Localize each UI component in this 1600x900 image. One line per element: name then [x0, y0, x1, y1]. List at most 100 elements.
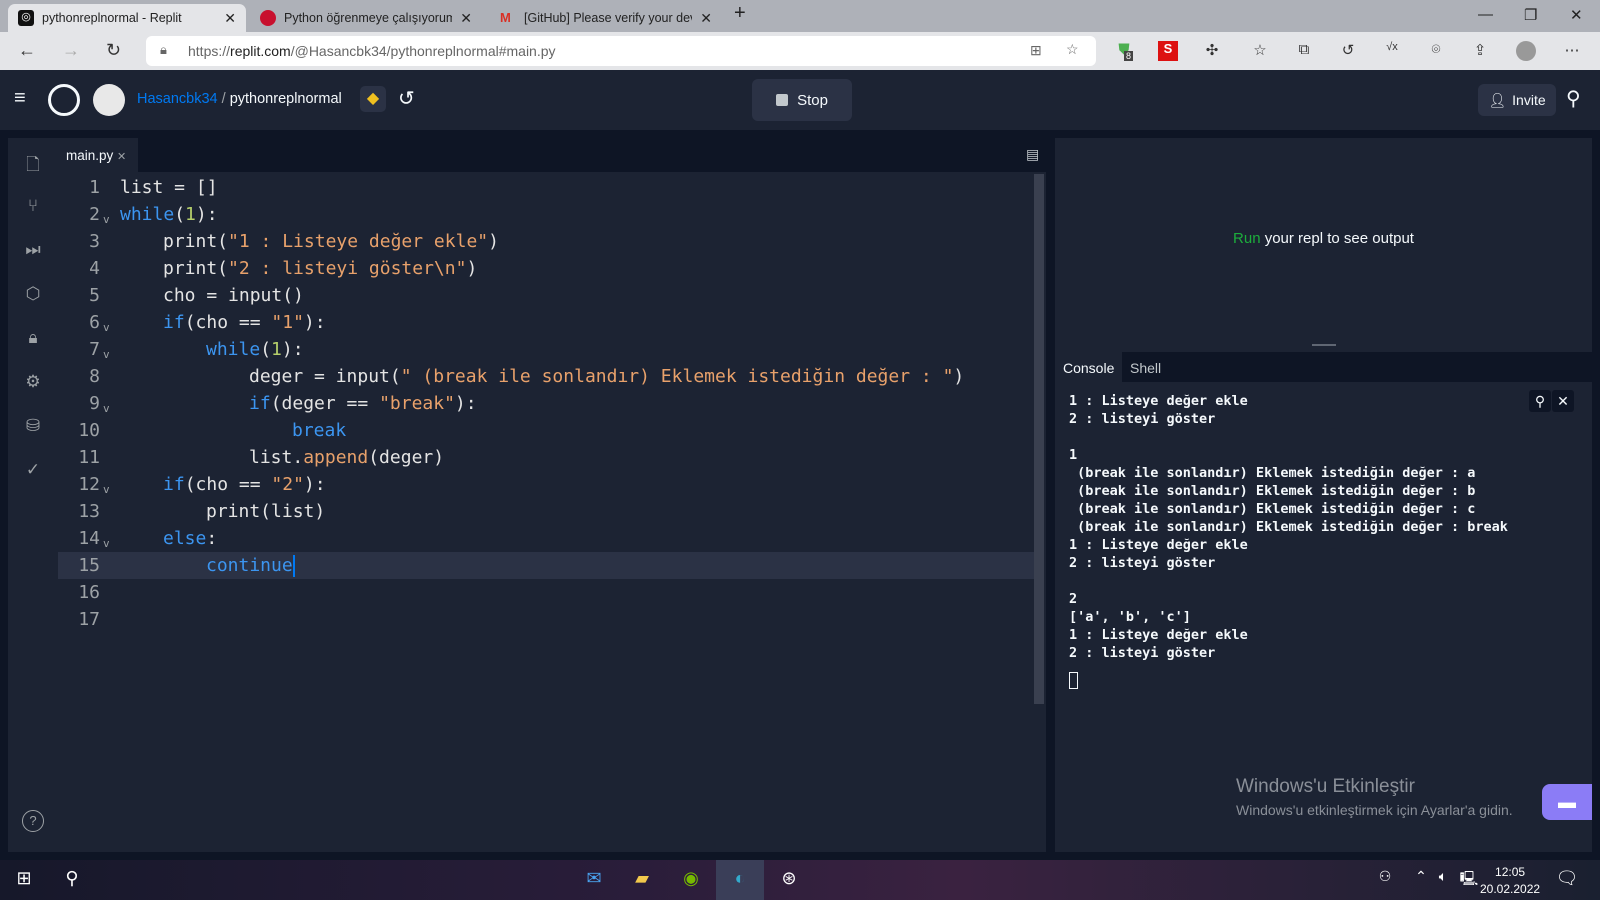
code-line[interactable]: 8 deger = input(" (break ile sonlandır) E…	[58, 363, 1034, 390]
code-token: deger = input(	[249, 366, 401, 387]
url-host: replit.com	[230, 43, 291, 59]
favorites-icon[interactable]: ☆	[1250, 41, 1270, 61]
clock[interactable]: 12:05 20.02.2022	[1480, 864, 1540, 898]
chat-button[interactable]: ▬	[1542, 784, 1592, 820]
code-text: if(cho == "2"):	[163, 471, 326, 498]
console-clear-icon[interactable]: ✕	[1552, 390, 1574, 412]
code-line[interactable]: 17	[58, 606, 1034, 633]
files-icon[interactable]: 🗋︎	[22, 152, 44, 174]
breadcrumb: Hasancbk34 / pythonreplnormal	[137, 91, 342, 107]
tab-shell[interactable]: Shell	[1122, 352, 1169, 382]
run-link[interactable]: Run	[1233, 230, 1261, 247]
browser-tab-python[interactable]: Python öğrenmeye çalışıyorum y ✕	[250, 4, 482, 32]
people-icon[interactable]: ⚇	[1370, 868, 1400, 885]
s-extension-icon[interactable]: S	[1158, 41, 1178, 61]
search-icon[interactable]: ⚲	[1566, 86, 1581, 111]
search-icon[interactable]: ⚲	[57, 868, 87, 889]
more-menu-icon[interactable]: ⋯	[1562, 41, 1582, 61]
code-text: if(deger == "break"):	[249, 390, 477, 417]
code-line[interactable]: 14 v else:	[58, 525, 1034, 552]
share-icon[interactable]: ⇪	[1470, 41, 1490, 61]
user-avatar[interactable]	[93, 84, 125, 116]
code-line[interactable]: 11 list.append(deger)	[58, 444, 1034, 471]
code-line[interactable]: 5 cho = input()	[58, 282, 1034, 309]
debugger-icon[interactable]: ⏭︎	[22, 240, 44, 262]
code-line[interactable]: 16	[58, 579, 1034, 606]
restore-icon[interactable]: ❐	[1524, 6, 1537, 24]
code-lines[interactable]: 1 list = [] 2 v while(1): 3 print("1 : Listeye…	[58, 174, 1034, 633]
profile-avatar[interactable]	[1516, 41, 1536, 61]
stop-button[interactable]: Stop	[752, 79, 852, 121]
add-favorite-icon[interactable]: ☆	[1066, 41, 1079, 58]
code-line[interactable]: 6 v if(cho == "1"):	[58, 309, 1034, 336]
windows-activation-watermark: Windows'u Etkinleştir Windows'u etkinleşt…	[1236, 776, 1513, 818]
code-line[interactable]: 13 print(list)	[58, 498, 1034, 525]
help-icon[interactable]: ?	[22, 810, 44, 832]
console-line: 1 : Listeye değer ekle	[1069, 627, 1248, 643]
repl-name[interactable]: pythonreplnormal	[230, 91, 342, 107]
invite-button[interactable]: 👤︎ Invite	[1478, 84, 1556, 116]
secrets-lock-icon[interactable]: 🔒︎	[22, 328, 44, 350]
code-line[interactable]: 9 v if(deger == "break"):	[58, 390, 1034, 417]
code-line[interactable]: 3 print("1 : Listeye değer ekle")	[58, 228, 1034, 255]
windows-start-icon[interactable]: ⊞	[9, 868, 39, 889]
adguard-extension-icon[interactable]: ⛊ 8	[1114, 41, 1134, 61]
url-input[interactable]: 🔒︎ https://replit.com/@Hasancbk34/python…	[146, 36, 1096, 66]
close-tab-icon[interactable]: ✕	[460, 10, 472, 27]
version-control-icon[interactable]: ⑂	[22, 196, 44, 218]
code-line[interactable]: 15 continue	[58, 552, 1034, 579]
code-line[interactable]: 4 print("2 : listeyi göster\n")	[58, 255, 1034, 282]
extensions-icon[interactable]: ✣	[1202, 41, 1222, 61]
resize-handle[interactable]	[1312, 344, 1336, 346]
minimap-toggle-icon[interactable]: ▤	[1026, 146, 1039, 163]
browser-tab-replit[interactable]: ◎ pythonreplnormal - Replit ✕	[8, 4, 246, 32]
tab-console[interactable]: Console	[1055, 352, 1123, 382]
back-icon[interactable]: ←	[18, 40, 36, 61]
close-tab-icon[interactable]: ✕	[700, 10, 712, 27]
history-icon[interactable]: ↺	[1338, 41, 1358, 61]
browser-tab-gmail[interactable]: M [GitHub] Please verify your devic ✕	[490, 4, 722, 32]
editor-scrollbar[interactable]	[1034, 174, 1044, 704]
mail-icon[interactable]: ✉	[579, 868, 609, 889]
settings-gear-icon[interactable]: ⚙	[22, 372, 44, 394]
packages-icon[interactable]: ⬡	[22, 284, 44, 306]
minimize-icon[interactable]: —	[1478, 6, 1493, 23]
notifications-icon[interactable]: 🗨︎	[1552, 868, 1582, 889]
code-editor[interactable]: main.py ✕ ▤ 1 list = [] 2 v while(1): 3 print(…	[58, 138, 1046, 852]
file-explorer-icon[interactable]: ▰	[627, 868, 657, 889]
close-tab-icon[interactable]: ✕	[224, 10, 236, 27]
user-link[interactable]: Hasancbk34	[137, 91, 218, 107]
replit-logo-icon[interactable]	[48, 84, 80, 116]
close-tab-icon[interactable]: ✕	[117, 151, 126, 163]
code-text: if(cho == "1"):	[163, 309, 326, 336]
code-token: break	[292, 420, 347, 441]
nvidia-icon[interactable]: ◉	[676, 868, 706, 889]
forward-icon[interactable]: →	[62, 40, 80, 61]
stop-icon	[776, 94, 789, 106]
code-line[interactable]: 7 v while(1):	[58, 336, 1034, 363]
code-line[interactable]: 12 v if(cho == "2"):	[58, 471, 1034, 498]
close-window-icon[interactable]: ✕	[1570, 6, 1583, 24]
console-search-icon[interactable]: ⚲	[1529, 390, 1551, 412]
web-capture-icon[interactable]: ⌾	[1426, 41, 1446, 61]
code-text: while(1):	[206, 336, 304, 363]
menu-icon[interactable]: ≡	[14, 87, 26, 110]
code-line[interactable]: 2 v while(1):	[58, 201, 1034, 228]
app-install-icon[interactable]: ⊞	[1030, 42, 1042, 59]
collections-icon[interactable]: ⧉	[1294, 41, 1314, 61]
edge-icon[interactable]: ◐	[716, 860, 764, 900]
unit-tests-check-icon[interactable]: ✓	[22, 460, 44, 482]
reload-icon[interactable]: ↻	[106, 40, 121, 61]
console-cursor[interactable]	[1069, 672, 1078, 689]
replit-header: ≡ Hasancbk34 / pythonreplnormal ◆ ↺ Stop…	[0, 70, 1600, 130]
console-line: 2 : listeyi göster	[1069, 411, 1216, 427]
code-line[interactable]: 1 list = []	[58, 174, 1034, 201]
new-tab-button[interactable]: +	[734, 2, 746, 25]
math-solver-icon[interactable]: √x	[1382, 41, 1402, 61]
browser-tab-strip: ◎ pythonreplnormal - Replit ✕ Python öğren…	[0, 0, 1600, 32]
history-icon[interactable]: ↺	[398, 86, 415, 111]
code-line[interactable]: 10 break	[58, 417, 1034, 444]
tab-main-py[interactable]: main.py ✕	[58, 138, 138, 172]
database-icon[interactable]: ⛁	[22, 416, 44, 438]
steam-icon[interactable]: ⊛	[774, 868, 804, 889]
